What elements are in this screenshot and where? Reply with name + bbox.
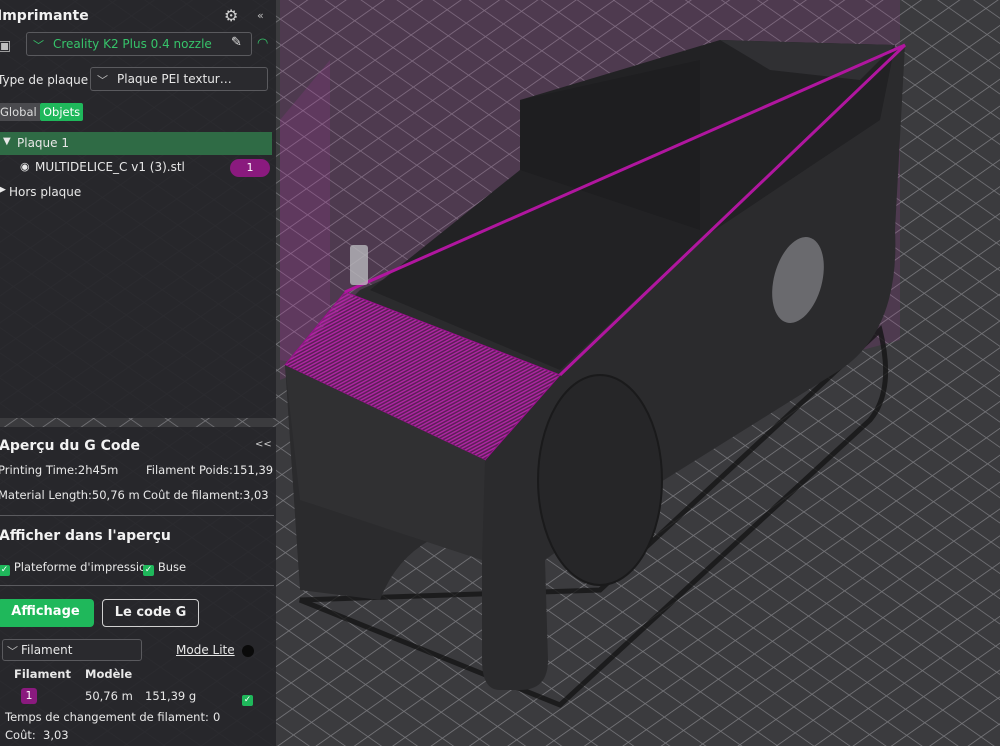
chevron-down-icon: ﹀ [33, 39, 44, 52]
model-cylinder [537, 374, 663, 586]
chevron-down-icon: ﹀ [97, 74, 108, 87]
plate-type-value: Plaque PEI textur… [117, 72, 232, 86]
check-icon[interactable]: ✓ [242, 695, 253, 706]
tree-item-object-label: MULTIDELICE_C v1 (3).stl [35, 160, 185, 174]
printer-panel: Imprimante ⚙ « ▣ ﹀ Creality K2 Plus 0.4 … [0, 0, 276, 418]
tree-item-plate[interactable]: ▼ Plaque 1 [0, 132, 272, 155]
row-length: 50,76 m [85, 689, 133, 703]
filament-cost: Coût de filament:3,03 [143, 488, 269, 502]
tree-item-outside-plate[interactable]: ▶ Hors plaque [0, 182, 272, 202]
printer-select[interactable]: ﹀ Creality K2 Plus 0.4 nozzle ✎ [26, 32, 252, 56]
column-filament: Filament [14, 667, 71, 681]
column-model: Modèle [85, 667, 133, 681]
change-time-value: 0 [213, 710, 221, 724]
display-mode-button[interactable]: Affichage des [0, 599, 94, 627]
printer-select-value: Creality K2 Plus 0.4 nozzle [53, 37, 212, 51]
plate-type-label: Type de plaque [0, 73, 89, 87]
chevron-down-icon: ﹀ [7, 645, 18, 658]
tree-item-object[interactable]: ◉ MULTIDELICE_C v1 (3).stl 1 [0, 157, 272, 179]
tree-item-outside-label: Hors plaque [9, 185, 82, 199]
tree-item-plate-label: Plaque 1 [17, 136, 69, 150]
checkbox-nozzle-label: Buse [157, 560, 187, 574]
material-length: Material Length:50,76 m [0, 488, 140, 502]
tab-global[interactable]: Global [0, 103, 40, 121]
preview-display-title: Afficher dans l'aperçu [0, 528, 171, 544]
gcode-button[interactable]: Le code G [102, 599, 199, 627]
expand-arrow-icon[interactable]: ▶ [0, 185, 6, 195]
cost-label: Coût: [5, 728, 36, 742]
gear-icon[interactable]: ⚙ [224, 6, 238, 25]
printer-section-title: Imprimante [0, 8, 89, 24]
eye-icon[interactable]: ◉ [20, 160, 30, 173]
view-type-select[interactable]: ﹀ Filament [2, 639, 142, 661]
plate-type-select[interactable]: ﹀ Plaque PEI textur… [90, 67, 268, 91]
row-visible-checkbox[interactable]: ✓ [242, 690, 253, 706]
expand-arrow-icon[interactable]: ▼ [3, 136, 11, 147]
printer-icon: ▣ [0, 38, 12, 54]
check-icon[interactable]: ✓ [0, 565, 10, 576]
wifi-icon: ◠ [257, 36, 269, 51]
printing-time: Printing Time:2h45m [0, 463, 119, 477]
collapse-gcode-icon[interactable]: << [255, 439, 272, 450]
edit-icon[interactable]: ✎ [231, 35, 242, 50]
checkbox-nozzle[interactable]: ✓ Buse [143, 560, 186, 576]
change-time-label: Temps de changement de filament: [5, 710, 209, 724]
mode-lite-toggle[interactable] [242, 645, 254, 657]
gcode-title: Aperçu du G Code [0, 438, 141, 454]
cost-value: 3,03 [43, 728, 69, 742]
nozzle-marker [350, 245, 368, 285]
tab-objects[interactable]: Objets [40, 103, 84, 121]
filament-color-swatch: 1 [21, 688, 37, 704]
divider [0, 515, 274, 516]
checkbox-platform-label: Plateforme d'impressio [13, 560, 147, 574]
filament-weight: Filament Poids:151,39 [146, 463, 274, 477]
object-filament-badge[interactable]: 1 [230, 159, 270, 177]
gcode-preview-panel: Aperçu du G Code << Printing Time:2h45m … [0, 427, 276, 746]
row-weight: 151,39 g [145, 689, 197, 703]
mode-lite-link[interactable]: Mode Lite [176, 643, 235, 657]
check-icon[interactable]: ✓ [143, 565, 154, 576]
collapse-panel-icon[interactable]: « [257, 9, 264, 22]
view-type-value: Filament [21, 643, 73, 657]
divider [0, 585, 274, 586]
checkbox-platform[interactable]: ✓ Plateforme d'impressio [0, 560, 146, 576]
